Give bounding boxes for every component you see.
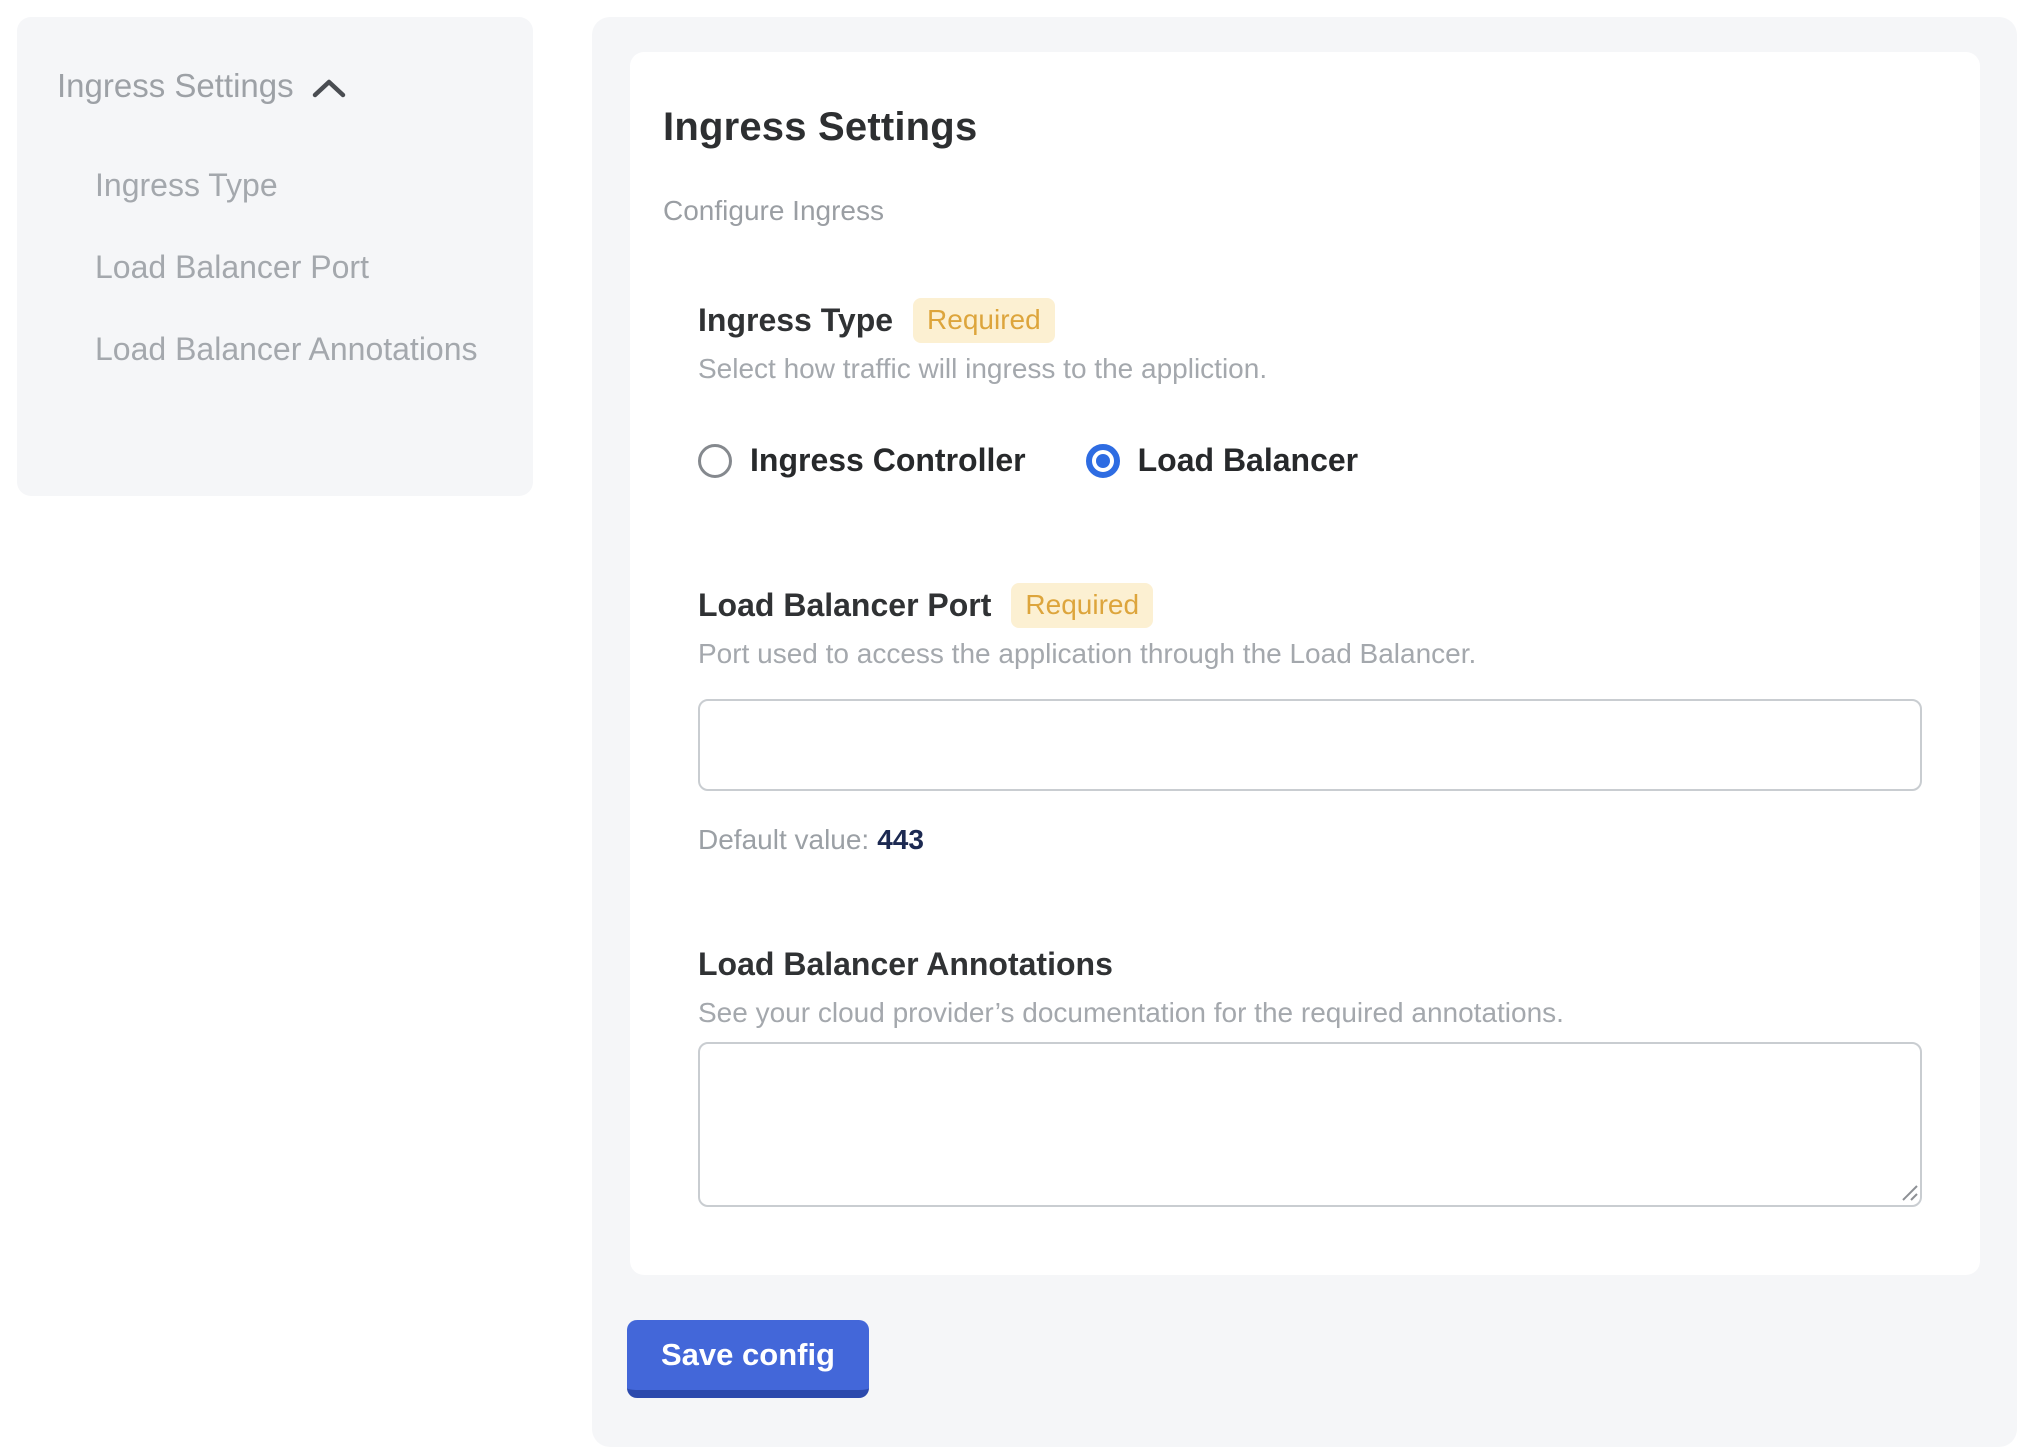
sidebar-item-load-balancer-annotations[interactable]: Load Balancer Annotations [95, 317, 493, 381]
load-balancer-annotations-label-row: Load Balancer Annotations [698, 941, 1930, 987]
radio-label-load-balancer: Load Balancer [1138, 442, 1359, 479]
sidebar-section-ingress-settings[interactable]: Ingress Settings [57, 67, 493, 105]
load-balancer-port-label-row: Load Balancer Port Required [698, 582, 1930, 628]
sidebar-item-load-balancer-port[interactable]: Load Balancer Port [95, 235, 493, 299]
load-balancer-port-required-badge: Required [1011, 583, 1153, 628]
radio-unselected-icon[interactable] [698, 444, 732, 478]
ingress-type-description: Select how traffic will ingress to the a… [698, 352, 1930, 386]
radio-selected-icon[interactable] [1086, 444, 1120, 478]
settings-nav-sidebar: Ingress Settings Ingress Type Load Balan… [17, 17, 533, 496]
sidebar-section-label: Ingress Settings [57, 67, 294, 105]
radio-option-ingress-controller[interactable]: Ingress Controller [698, 442, 1026, 479]
load-balancer-annotations-description: See your cloud provider’s documentation … [698, 996, 1930, 1030]
load-balancer-port-label: Load Balancer Port [698, 582, 991, 628]
ingress-settings-card: Ingress Settings Configure Ingress Ingre… [630, 52, 1980, 1275]
sidebar-items: Ingress Type Load Balancer Port Load Bal… [95, 153, 493, 381]
page: Ingress Settings Ingress Type Load Balan… [0, 0, 2036, 1452]
load-balancer-annotations-textarea[interactable] [698, 1042, 1922, 1207]
default-value: 443 [877, 824, 924, 855]
load-balancer-annotations-label: Load Balancer Annotations [698, 944, 1113, 984]
load-balancer-port-description: Port used to access the application thro… [698, 637, 1930, 671]
ingress-type-label: Ingress Type [698, 297, 893, 343]
ingress-form: Ingress Type Required Select how traffic… [698, 297, 1930, 1207]
load-balancer-port-input[interactable] [698, 699, 1922, 791]
default-value-row: Default value: 443 [698, 823, 1930, 857]
save-config-button[interactable]: Save config [627, 1320, 869, 1398]
load-balancer-annotations-textarea-wrap [698, 1042, 1922, 1207]
main-panel: Ingress Settings Configure Ingress Ingre… [592, 17, 2017, 1447]
default-value-label: Default value: [698, 824, 869, 855]
ingress-type-radio-group: Ingress Controller Load Balancer [698, 442, 1930, 479]
page-title: Ingress Settings [663, 103, 1930, 151]
field-ingress-type: Ingress Type Required Select how traffic… [698, 297, 1930, 479]
ingress-type-required-badge: Required [913, 298, 1055, 343]
page-subtitle: Configure Ingress [663, 194, 1930, 228]
field-load-balancer-annotations: Load Balancer Annotations See your cloud… [698, 941, 1930, 1207]
radio-option-load-balancer[interactable]: Load Balancer [1086, 442, 1359, 479]
sidebar-item-ingress-type[interactable]: Ingress Type [95, 153, 493, 217]
chevron-up-icon [310, 75, 348, 101]
field-load-balancer-port: Load Balancer Port Required Port used to… [698, 582, 1930, 857]
ingress-type-label-row: Ingress Type Required [698, 297, 1930, 343]
radio-label-ingress-controller: Ingress Controller [750, 442, 1026, 479]
